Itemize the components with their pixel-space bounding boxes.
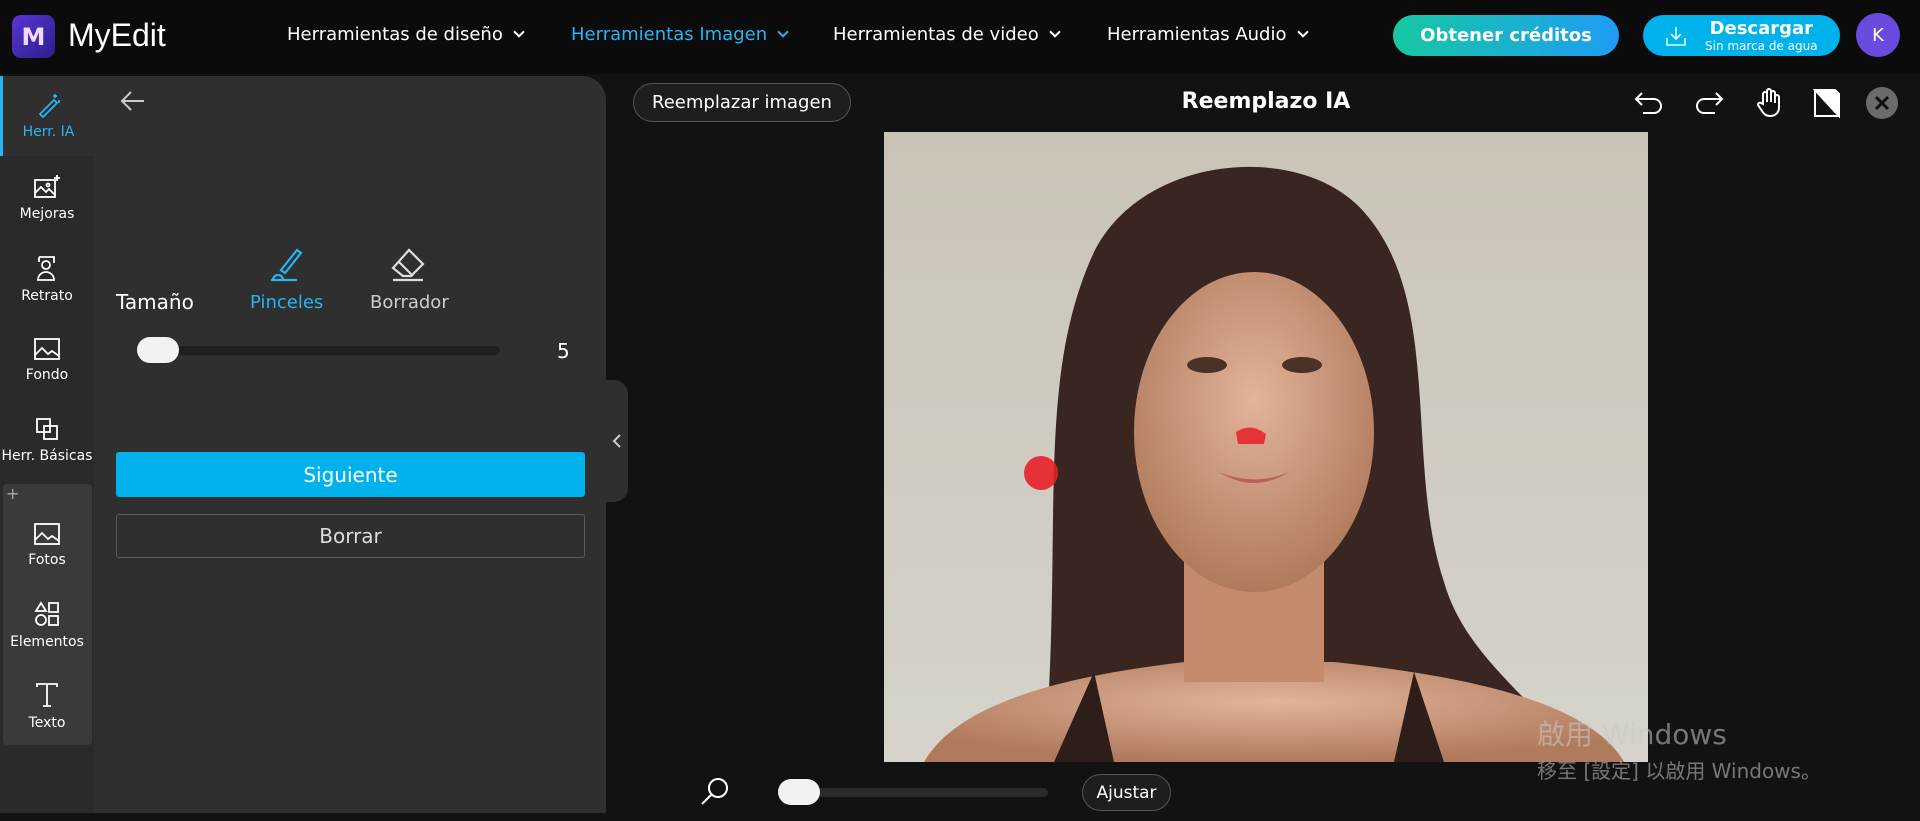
add-icon[interactable]: +	[6, 484, 19, 503]
redo-icon	[1696, 92, 1724, 114]
rail-item-elements[interactable]: Elementos	[0, 585, 94, 665]
portrait-icon	[37, 256, 55, 281]
magic-wand-icon	[38, 94, 60, 118]
size-slider[interactable]	[137, 337, 500, 363]
rail-item-portrait[interactable]: Retrato	[0, 239, 94, 319]
get-credits-button[interactable]: Obtener créditos	[1393, 15, 1619, 56]
myedit-logo[interactable]: M	[12, 15, 55, 58]
brush-icon	[270, 248, 303, 282]
chevron-left-icon	[612, 434, 621, 448]
clear-button[interactable]: Borrar	[116, 514, 585, 558]
zoom-slider-thumb[interactable]	[778, 779, 820, 805]
eraser-icon	[391, 248, 425, 282]
brush-mark	[1024, 456, 1058, 490]
nav-design-tools[interactable]: Herramientas de diseño	[287, 24, 525, 45]
zoom-search-icon[interactable]	[700, 776, 730, 806]
replace-image-button[interactable]: Reemplazar imagen	[633, 83, 851, 122]
edited-photo[interactable]	[884, 132, 1648, 762]
collapse-panel-button[interactable]	[606, 380, 628, 502]
page-title: Reemplazo IA	[1181, 89, 1351, 114]
image-sparkle-icon	[34, 175, 60, 198]
rail-item-basic-tools[interactable]: Herr. Básicas	[0, 400, 94, 480]
app-name: MyEdit	[68, 17, 166, 53]
nav-video-tools[interactable]: Herramientas de video	[833, 24, 1061, 45]
chevron-down-icon	[777, 26, 789, 38]
windows-activation-watermark: 啟用 Windows 移至 [設定] 以啟用 Windows。	[1537, 718, 1821, 783]
portrait-photo	[924, 166, 1624, 762]
text-icon	[36, 683, 58, 707]
brush-tool[interactable]: Pinceles	[250, 246, 323, 313]
size-label: Tamaño	[116, 290, 194, 314]
chevron-down-icon	[1296, 26, 1309, 38]
close-button[interactable]	[1864, 85, 1900, 121]
undo-button[interactable]	[1631, 85, 1667, 121]
rail-item-enhance[interactable]: Mejoras	[0, 158, 94, 238]
nav-audio-tools[interactable]: Herramientas Audio	[1107, 24, 1309, 45]
hand-icon	[1757, 88, 1780, 118]
tool-panel: Pinceles Borrador Tamaño 5	[94, 76, 606, 813]
crop-icon	[36, 418, 58, 440]
chevron-down-icon	[1049, 26, 1061, 38]
rail-item-text[interactable]: Texto	[0, 666, 94, 746]
size-value: 5	[557, 339, 570, 363]
redo-button[interactable]	[1691, 85, 1727, 121]
avatar[interactable]: K	[1856, 13, 1900, 57]
rail-item-ai-tools[interactable]: Herr. IA	[0, 76, 94, 156]
close-icon	[1875, 96, 1889, 110]
next-button[interactable]: Siguiente	[116, 452, 585, 497]
shapes-icon	[34, 601, 59, 626]
compare-icon	[1813, 89, 1840, 118]
back-arrow-icon[interactable]	[120, 90, 146, 112]
photo-icon	[34, 523, 60, 545]
download-icon	[1666, 26, 1686, 46]
download-button[interactable]: Descargar Sin marca de agua	[1643, 15, 1840, 56]
rail-item-photos[interactable]: Fotos	[0, 505, 94, 585]
size-slider-thumb[interactable]	[137, 337, 179, 363]
compare-button[interactable]	[1809, 85, 1845, 121]
fit-button[interactable]: Ajustar	[1082, 774, 1171, 811]
chevron-down-icon	[513, 26, 525, 38]
zoom-slider[interactable]	[778, 779, 1048, 805]
nav-image-tools[interactable]: Herramientas Imagen	[571, 24, 789, 45]
pan-button[interactable]	[1751, 85, 1787, 121]
eraser-tool[interactable]: Borrador	[370, 246, 449, 313]
undo-icon	[1634, 92, 1662, 114]
rail-item-background[interactable]: Fondo	[0, 320, 94, 400]
background-icon	[34, 338, 60, 360]
